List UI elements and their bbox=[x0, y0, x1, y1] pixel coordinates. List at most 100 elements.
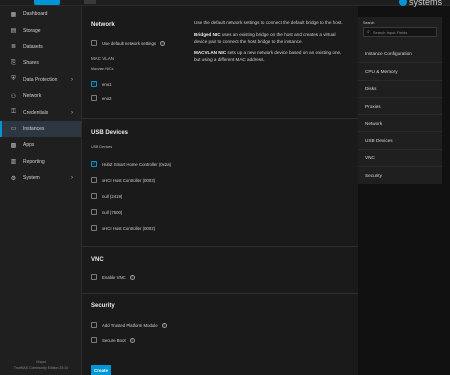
macvlan-nic-title: MACVLAN NIC bbox=[194, 50, 227, 56]
instance-form: Network Use default network settings ? M… bbox=[82, 6, 358, 375]
sidebar-footer: iXsyst TrueNAS Community Edition 25.10 bbox=[0, 359, 82, 371]
storage-icon: ▤ bbox=[10, 28, 17, 35]
top-tab-indicator bbox=[34, 0, 60, 5]
sidebar-item-apps[interactable]: ▩ Apps bbox=[0, 137, 81, 153]
search-input[interactable] bbox=[372, 29, 435, 35]
brand[interactable]: systems bbox=[398, 0, 442, 7]
divider bbox=[82, 246, 358, 247]
sidebar-item-instances[interactable]: ▭ Instances bbox=[0, 120, 81, 138]
use-default-network-label: Use default network settings bbox=[102, 40, 156, 46]
nic-eno1-checkbox[interactable]: ✓ eno1 bbox=[91, 80, 112, 88]
section-navigator: Search ⌕ Instance ConfigurationCPU & Mem… bbox=[358, 17, 442, 184]
network-desc-intro: Use the default network settings to conn… bbox=[194, 20, 343, 25]
usb-device-label: null (7500) bbox=[102, 209, 123, 215]
vnc-title: VNC bbox=[91, 257, 104, 263]
checkbox-box bbox=[91, 209, 97, 215]
datasets-icon: ≣ bbox=[10, 44, 17, 51]
checkbox-box: ✓ bbox=[91, 160, 97, 167]
sidebar-item-credentials[interactable]: ⚿ Credentials › bbox=[0, 104, 81, 120]
divider bbox=[82, 118, 358, 119]
search-box: ⌕ bbox=[363, 27, 437, 37]
sidebar-item-dashboard[interactable]: ▦ Dashboard bbox=[0, 6, 81, 22]
sidebar-item-label: Instances bbox=[23, 125, 45, 132]
sidebar-item-label: Storage bbox=[23, 27, 41, 34]
security-title: Security bbox=[91, 303, 115, 309]
shares-icon: ⎘ bbox=[11, 59, 16, 66]
checkbox-box bbox=[91, 337, 97, 343]
brand-logo-icon bbox=[398, 0, 407, 6]
checkbox-box bbox=[91, 193, 97, 199]
enable-vnc-label: Enable VNC bbox=[102, 274, 126, 280]
section-nav-usb-devices[interactable]: USB Devices bbox=[358, 131, 442, 148]
section-nav-disks[interactable]: Disks bbox=[358, 79, 442, 97]
usb-device-checkbox[interactable]: xHCI Host Controller (0003) bbox=[91, 176, 155, 184]
sidebar-item-system[interactable]: ⚙ System › bbox=[0, 170, 81, 186]
checkbox-box bbox=[91, 177, 97, 183]
help-icon[interactable]: ? bbox=[159, 40, 165, 46]
usb-device-checkbox[interactable]: null (2419) bbox=[91, 192, 122, 200]
brand-name: systems bbox=[408, 0, 442, 7]
checkbox-box: ✓ bbox=[91, 80, 97, 87]
checkbox-box bbox=[91, 40, 97, 46]
help-icon[interactable]: ? bbox=[129, 274, 135, 280]
enable-vnc-checkbox[interactable]: Enable VNC ? bbox=[91, 273, 135, 281]
sidebar-item-label: Credentials bbox=[23, 109, 49, 116]
sidebar-item-shares[interactable]: ⎘ Shares bbox=[0, 55, 81, 71]
top-bar-marker bbox=[84, 0, 96, 4]
tpm-checkbox[interactable]: Add Trusted Platform Module ? bbox=[91, 321, 167, 329]
sidebar-item-reporting[interactable]: ▥ Reporting bbox=[0, 154, 81, 170]
network-description: Use the default network settings to conn… bbox=[194, 20, 348, 69]
reporting-icon: ▥ bbox=[10, 159, 17, 166]
sidebar-item-label: Dashboard bbox=[23, 11, 48, 18]
usb-device-label: null (2419) bbox=[102, 193, 123, 199]
secure-boot-checkbox[interactable]: Secure Boot ? bbox=[91, 336, 135, 344]
nic-eno2-checkbox[interactable]: eno2 bbox=[91, 94, 112, 102]
sidebar-item-label: Apps bbox=[23, 142, 35, 149]
chevron-right-icon: › bbox=[71, 109, 73, 116]
apps-icon: ▩ bbox=[10, 142, 17, 149]
bridged-nic-title: Bridged NIC bbox=[194, 31, 221, 37]
usb-device-label: xHCI Host Controller (0002) bbox=[102, 225, 156, 231]
search-label: Search bbox=[363, 21, 375, 25]
sidebar: ▦ Dashboard ▤ Storage ≣ Datasets ⎘ Shares ⛨ Data … bbox=[0, 6, 82, 375]
bridged-nic-desc: Bridged NIC uses an existing bridge on t… bbox=[194, 32, 348, 46]
create-button[interactable]: Create bbox=[91, 365, 111, 375]
section-nav-security[interactable]: Security bbox=[358, 166, 442, 183]
usb-devices-sublabel: USB Devices bbox=[91, 145, 113, 149]
secure-boot-label: Secure Boot bbox=[102, 337, 126, 343]
usb-devices-title: USB Devices bbox=[91, 130, 129, 136]
sidebar-item-datasets[interactable]: ≣ Datasets bbox=[0, 39, 81, 55]
sidebar-item-label: Network bbox=[23, 93, 42, 100]
network-title: Network bbox=[91, 22, 115, 28]
usb-device-checkbox[interactable]: ✓ HubZ Smart Home Controller (0x2a) bbox=[91, 160, 171, 168]
sidebar-nav: ▦ Dashboard ▤ Storage ≣ Datasets ⎘ Shares ⛨ Data … bbox=[0, 6, 81, 186]
section-nav-vnc[interactable]: VNC bbox=[358, 148, 442, 166]
data-protection-icon: ⛨ bbox=[11, 76, 16, 83]
section-nav-cpu-memory[interactable]: CPU & Memory bbox=[358, 62, 442, 79]
section-nav-proxies[interactable]: Proxies bbox=[358, 96, 442, 114]
sidebar-item-storage[interactable]: ▤ Storage bbox=[0, 22, 81, 38]
network-icon: ⚇ bbox=[10, 93, 17, 100]
sidebar-item-data-protection[interactable]: ⛨ Data Protection › bbox=[0, 72, 81, 88]
section-nav-instance-configuration[interactable]: Instance Configuration bbox=[358, 45, 442, 62]
tpm-label: Add Trusted Platform Module bbox=[102, 322, 158, 328]
usb-device-checkbox[interactable]: xHCI Host Controller (0002) bbox=[91, 224, 155, 232]
use-default-network-checkbox[interactable]: Use default network settings ? bbox=[91, 39, 165, 47]
usb-device-checkbox[interactable]: null (7500) bbox=[91, 208, 122, 216]
macvlan-nic-desc: MACVLAN NIC sets up a new network device… bbox=[194, 50, 348, 64]
sidebar-item-label: Reporting bbox=[23, 158, 45, 165]
sidebar-item-label: Shares bbox=[23, 60, 39, 67]
sidebar-item-network[interactable]: ⚇ Network bbox=[0, 88, 81, 104]
sidebar-item-label: Data Protection bbox=[23, 76, 58, 83]
chevron-right-icon: › bbox=[71, 76, 73, 83]
checkbox-box bbox=[91, 274, 97, 280]
help-icon[interactable]: ? bbox=[161, 322, 167, 328]
search-icon: ⌕ bbox=[367, 29, 370, 35]
section-nav-network[interactable]: Network bbox=[358, 114, 442, 131]
section-nav-list: Instance Configuration CPU & Memory Disks P… bbox=[358, 45, 442, 183]
help-icon[interactable]: ? bbox=[129, 337, 135, 343]
chevron-right-icon: › bbox=[71, 175, 73, 182]
system-icon: ⚙ bbox=[10, 175, 17, 182]
credentials-icon: ⚿ bbox=[11, 109, 16, 116]
sidebar-item-label: System bbox=[23, 175, 40, 182]
